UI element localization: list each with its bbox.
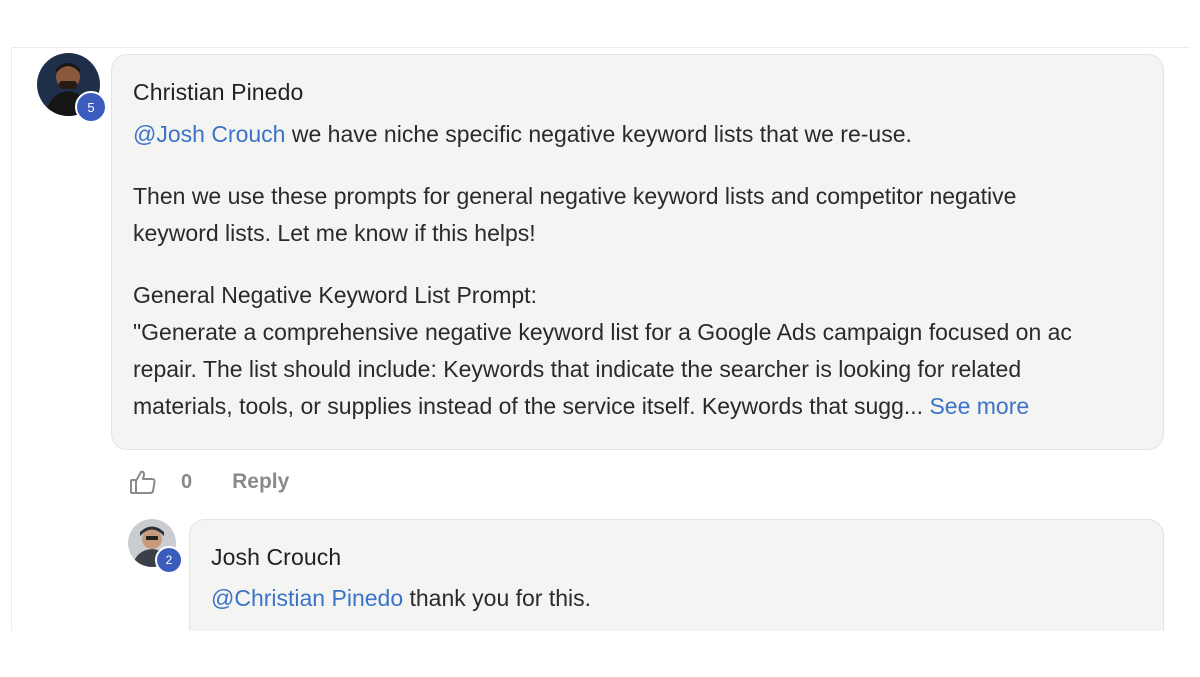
paragraph-line: repair. The list should include: Keyword… — [133, 356, 1022, 382]
thumbs-up-icon[interactable] — [129, 468, 157, 496]
comment-body: @Christian Pinedo thank you for this. — [211, 580, 591, 617]
level-badge: 5 — [75, 91, 107, 123]
comment-author[interactable]: Josh Crouch — [211, 544, 341, 571]
comment-paragraph: General Negative Keyword List Prompt: "Ge… — [133, 277, 1153, 425]
mention-link[interactable]: @Josh Crouch — [133, 121, 285, 147]
see-more-link[interactable]: See more — [929, 393, 1029, 419]
comment-author[interactable]: Christian Pinedo — [133, 79, 303, 106]
paragraph-text: we have niche specific negative keyword … — [285, 121, 912, 147]
comment-bubble: Christian Pinedo @Josh Crouch we have ni… — [111, 54, 1164, 450]
paragraph-line: keyword lists. Let me know if this helps… — [133, 220, 536, 246]
comment-text: thank you for this. — [403, 585, 592, 611]
comment-thread: 5 Christian Pinedo @Josh Crouch we have … — [11, 47, 1190, 631]
paragraph-line: General Negative Keyword List Prompt: — [133, 282, 537, 308]
comment-actions: 0 Reply — [129, 468, 289, 496]
comment-paragraph: @Josh Crouch we have niche specific nega… — [133, 116, 1153, 153]
like-count: 0 — [181, 470, 193, 493]
comment-body: @Josh Crouch we have niche specific nega… — [133, 116, 1153, 425]
level-badge: 2 — [155, 546, 183, 574]
comment-bubble: Josh Crouch @Christian Pinedo thank you … — [189, 519, 1164, 631]
mention-link[interactable]: @Christian Pinedo — [211, 585, 403, 611]
avatar-josh[interactable]: 2 — [128, 519, 183, 574]
avatar-christian[interactable]: 5 — [37, 53, 107, 123]
paragraph-line: materials, tools, or supplies instead of… — [133, 393, 930, 419]
reply-button[interactable]: Reply — [232, 470, 289, 494]
comment-paragraph: Then we use these prompts for general ne… — [133, 178, 1153, 252]
paragraph-line: Then we use these prompts for general ne… — [133, 183, 1017, 209]
paragraph-line: "Generate a comprehensive negative keywo… — [133, 319, 1072, 345]
